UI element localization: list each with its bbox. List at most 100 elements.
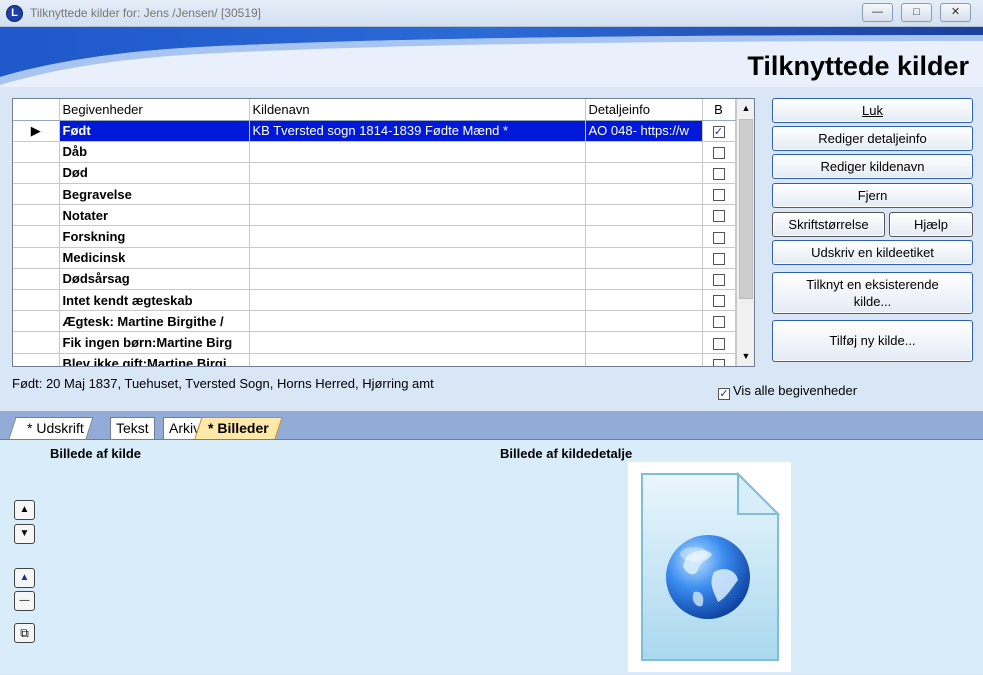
row-checkbox[interactable] [712, 231, 725, 244]
detail-info-cell[interactable] [585, 289, 703, 312]
source-name-cell[interactable] [249, 162, 586, 185]
add-new-source-button[interactable]: Tilføj ny kilde... [772, 320, 973, 362]
event-cell[interactable]: Intet kendt ægteskab [59, 289, 250, 312]
row-checkbox[interactable] [712, 295, 725, 308]
sources-grid[interactable]: Begivenheder Kildenavn Detaljeinfo B ▶ Fø… [12, 98, 755, 367]
source-name-cell[interactable] [249, 204, 586, 227]
table-row[interactable]: Begravelse [13, 183, 736, 206]
table-row[interactable]: Fik ingen børn:Martine Birg [13, 331, 736, 354]
detail-info-cell[interactable] [585, 331, 703, 354]
row-checkbox[interactable] [712, 252, 725, 265]
scroll-down-icon[interactable]: ▼ [738, 348, 754, 365]
event-cell[interactable]: Begravelse [59, 183, 250, 206]
b-checkbox-cell[interactable]: ✓ [702, 120, 736, 142]
b-checkbox-cell[interactable] [702, 247, 736, 269]
edit-source-name-button[interactable]: Rediger kildenavn [772, 154, 973, 179]
copy-icon[interactable]: ⧉ [14, 623, 35, 643]
table-row[interactable]: Død [13, 162, 736, 185]
tab-udskrift[interactable]: * Udskrift [8, 417, 94, 439]
b-checkbox-cell[interactable] [702, 331, 736, 354]
source-detail-image[interactable] [628, 462, 791, 672]
b-checkbox-cell[interactable] [702, 141, 736, 163]
row-checkbox[interactable] [712, 273, 725, 286]
edit-detail-info-button[interactable]: Rediger detaljeinfo [772, 126, 973, 151]
print-source-label-button[interactable]: Udskriv en kildeetiket [772, 240, 973, 265]
detail-info-cell[interactable] [585, 247, 703, 269]
minimize-button[interactable]: — [862, 3, 893, 22]
detail-info-cell[interactable]: AO 048- https://w [585, 120, 703, 142]
row-checkbox[interactable] [712, 210, 725, 223]
column-header-b[interactable]: B [702, 99, 736, 121]
remove-image-icon[interactable]: — [14, 591, 35, 611]
event-cell[interactable]: Dødsårsag [59, 268, 250, 291]
row-checkbox[interactable]: ✓ [712, 125, 725, 138]
source-name-cell[interactable] [249, 268, 586, 291]
row-indicator-cell[interactable] [13, 141, 60, 163]
row-indicator-cell[interactable] [13, 162, 60, 185]
event-cell[interactable]: Fik ingen børn:Martine Birg [59, 331, 250, 354]
table-row[interactable]: ▶ Født KB Tversted sogn 1814-1839 Fødte Mæ… [13, 120, 736, 142]
row-indicator-cell[interactable] [13, 183, 60, 206]
b-checkbox-cell[interactable] [702, 183, 736, 206]
event-cell[interactable]: Født [59, 120, 250, 142]
detail-info-cell[interactable] [585, 225, 703, 248]
source-name-cell[interactable]: KB Tversted sogn 1814-1839 Fødte Mænd * [249, 120, 586, 142]
row-indicator-cell[interactable] [13, 289, 60, 312]
row-checkbox[interactable] [712, 358, 725, 366]
b-checkbox-cell[interactable] [702, 289, 736, 312]
detail-info-cell[interactable] [585, 162, 703, 185]
b-checkbox-cell[interactable] [702, 353, 736, 366]
add-image-icon[interactable]: ▲ [14, 568, 35, 588]
b-checkbox-cell[interactable] [702, 162, 736, 185]
tab-tekst[interactable]: Tekst [110, 417, 155, 439]
scrollbar-thumb[interactable] [739, 119, 753, 299]
source-name-cell[interactable] [249, 310, 586, 333]
detail-info-cell[interactable] [585, 268, 703, 291]
row-checkbox[interactable] [712, 189, 725, 202]
row-indicator-cell[interactable] [13, 310, 60, 333]
maximize-button[interactable]: □ [901, 3, 932, 22]
source-name-cell[interactable] [249, 141, 586, 163]
detail-info-cell[interactable] [585, 141, 703, 163]
move-down-icon[interactable]: ▼ [14, 524, 35, 544]
detail-info-cell[interactable] [585, 204, 703, 227]
grid-vertical-scrollbar[interactable]: ▲ ▼ [736, 99, 754, 366]
row-indicator-cell[interactable] [13, 247, 60, 269]
table-row[interactable]: Forskning [13, 225, 736, 248]
b-checkbox-cell[interactable] [702, 268, 736, 291]
source-name-cell[interactable] [249, 353, 586, 366]
column-header-events[interactable]: Begivenheder [59, 99, 250, 121]
detail-info-cell[interactable] [585, 183, 703, 206]
table-row[interactable]: Dåb [13, 141, 736, 163]
table-row[interactable]: Blev ikke gift:Martine Birgi [13, 353, 736, 366]
table-row[interactable]: Notater [13, 204, 736, 227]
event-cell[interactable]: Notater [59, 204, 250, 227]
event-cell[interactable]: Medicinsk [59, 247, 250, 269]
scroll-up-icon[interactable]: ▲ [738, 100, 754, 117]
row-indicator-cell[interactable] [13, 353, 60, 366]
row-checkbox[interactable] [712, 168, 725, 181]
luk-button[interactable]: Luk [772, 98, 973, 123]
event-cell[interactable]: Forskning [59, 225, 250, 248]
b-checkbox-cell[interactable] [702, 204, 736, 227]
detail-info-cell[interactable] [585, 353, 703, 366]
close-button[interactable]: ✕ [940, 3, 971, 22]
column-header-detail-info[interactable]: Detaljeinfo [585, 99, 703, 121]
row-checkbox[interactable] [712, 337, 725, 350]
row-checkbox[interactable] [712, 316, 725, 329]
source-name-cell[interactable] [249, 247, 586, 269]
row-indicator-cell[interactable]: ▶ [13, 120, 60, 142]
checkbox-icon[interactable]: ✓ [718, 388, 730, 400]
show-all-events-checkbox[interactable]: ✓ Vis alle begivenheder [718, 383, 857, 400]
source-name-cell[interactable] [249, 331, 586, 354]
remove-button[interactable]: Fjern [772, 183, 973, 208]
help-button[interactable]: Hjælp [889, 212, 973, 237]
attach-existing-source-button[interactable]: Tilknyt en eksisterende kilde... [772, 272, 973, 314]
tab-billeder[interactable]: * Billeder [194, 417, 283, 439]
table-row[interactable]: Medicinsk [13, 247, 736, 269]
row-indicator-cell[interactable] [13, 204, 60, 227]
source-name-cell[interactable] [249, 183, 586, 206]
source-name-cell[interactable] [249, 225, 586, 248]
row-checkbox[interactable] [712, 146, 725, 159]
table-row[interactable]: Intet kendt ægteskab [13, 289, 736, 312]
